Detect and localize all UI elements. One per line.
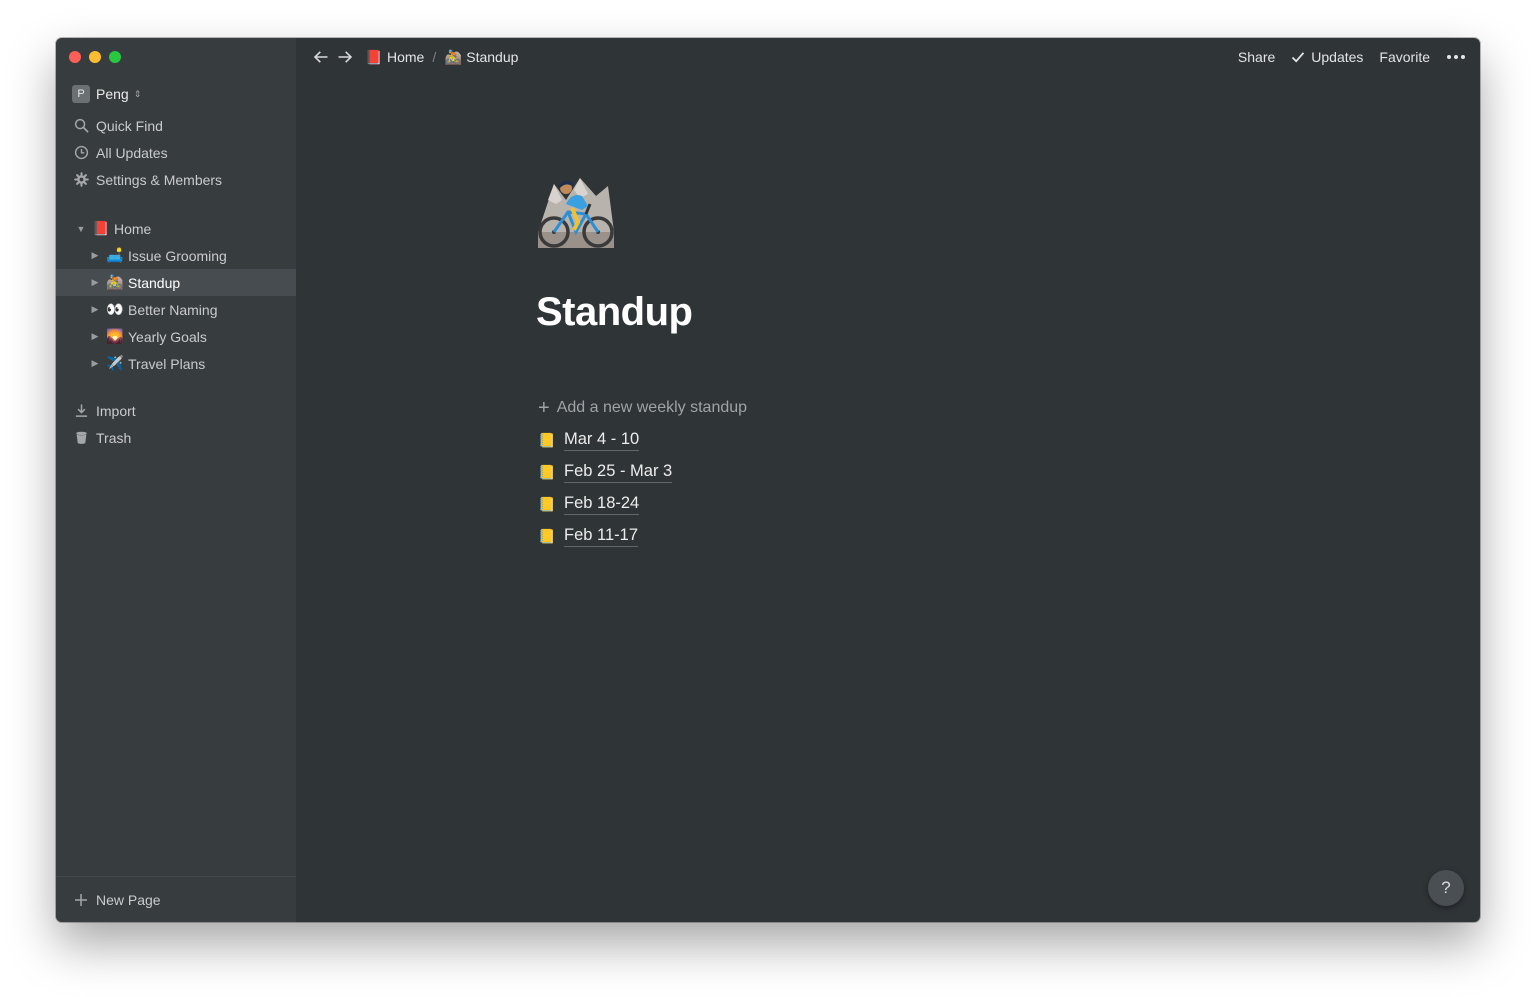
topbar: 📕 Home / 🚵 Standup Share Updates Favorit… [296, 38, 1480, 76]
ledger-icon: 📒 [538, 431, 556, 448]
sidebar-page-label: Home [114, 220, 152, 237]
sidebar-page-label: Yearly Goals [128, 328, 207, 345]
close-window-button[interactable] [69, 51, 81, 63]
clock-icon [73, 145, 89, 161]
sidebar-item-label: Settings & Members [96, 171, 223, 188]
mountain-biker-icon: 🚵 [106, 274, 124, 290]
topbar-actions: Share Updates Favorite [1222, 38, 1466, 76]
add-weekly-standup-label: Add a new weekly standup [556, 399, 748, 416]
sidebar-page-label: Standup [128, 274, 181, 291]
ledger-icon: 📒 [538, 495, 556, 512]
sidebar-page-home[interactable]: ▼ 📕 Home [56, 215, 296, 242]
app-window: P Peng ⇕ Quick Find All Updates Settings… [56, 38, 1480, 922]
standup-page-link[interactable]: 📒 Feb 18-24 [538, 491, 640, 517]
breadcrumb-separator: / [432, 49, 437, 65]
ledger-icon: 📒 [538, 527, 556, 544]
sidebar-item-label: All Updates [96, 144, 168, 161]
caret-right-icon[interactable]: ▶ [90, 358, 100, 369]
standup-page-link[interactable]: 📒 Feb 11-17 [538, 523, 638, 549]
standup-page-link[interactable]: 📒 Feb 25 - Mar 3 [538, 459, 673, 485]
standup-page-label: Feb 11-17 [564, 526, 638, 547]
forward-arrow-icon[interactable] [335, 47, 355, 67]
more-options-icon[interactable] [1446, 54, 1466, 60]
couch-icon: 🛋️ [106, 247, 124, 263]
workspace-switcher[interactable]: P Peng ⇕ [72, 84, 141, 104]
add-weekly-standup-button[interactable]: + Add a new weekly standup [538, 396, 747, 420]
sidebar: P Peng ⇕ Quick Find All Updates Settings… [56, 38, 296, 922]
new-page-label: New Page [96, 891, 161, 908]
caret-right-icon[interactable]: ▶ [90, 250, 100, 261]
book-icon: 📕 [92, 220, 110, 236]
sidebar-page-travel-plans[interactable]: ▶ ✈️ Travel Plans [56, 350, 296, 377]
sidebar-page-label: Travel Plans [128, 355, 206, 372]
sidebar-item-label: Trash [96, 429, 132, 446]
mountain-biker-icon: 🚵 [444, 48, 462, 65]
sidebar-item-settings[interactable]: Settings & Members [56, 166, 296, 193]
standup-page-label: Feb 25 - Mar 3 [564, 462, 673, 483]
zoom-window-button[interactable] [109, 51, 121, 63]
checkmark-icon [1292, 52, 1305, 63]
caret-right-icon[interactable]: ▶ [90, 331, 100, 342]
share-button[interactable]: Share [1238, 49, 1275, 65]
sidebar-item-import[interactable]: Import [56, 397, 296, 424]
sidebar-page-issue-grooming[interactable]: ▶ 🛋️ Issue Grooming [56, 242, 296, 269]
standup-page-label: Feb 18-24 [564, 494, 640, 515]
sidebar-item-trash[interactable]: Trash [56, 424, 296, 451]
sidebar-page-label: Better Naming [128, 301, 218, 318]
help-button[interactable]: ? [1428, 870, 1464, 906]
workspace-avatar: P [72, 85, 90, 103]
updates-button[interactable]: Updates [1291, 49, 1363, 65]
chevron-up-down-icon: ⇕ [133, 88, 142, 99]
eyes-icon: 👀 [106, 301, 124, 317]
breadcrumb-item-standup[interactable]: 🚵 Standup [444, 48, 519, 66]
sidebar-item-all-updates[interactable]: All Updates [56, 139, 296, 166]
sidebar-page-label: Issue Grooming [128, 247, 227, 264]
caret-right-icon[interactable]: ▶ [90, 277, 100, 288]
sidebar-item-label: Quick Find [96, 117, 163, 134]
book-icon: 📕 [365, 48, 383, 65]
standup-page-link[interactable]: 📒 Mar 4 - 10 [538, 427, 640, 453]
updates-label: Updates [1311, 49, 1364, 65]
breadcrumb-item-home[interactable]: 📕 Home [365, 48, 424, 66]
workspace-name: Peng [96, 86, 129, 102]
trash-icon [73, 430, 89, 446]
ledger-icon: 📒 [538, 463, 556, 480]
favorite-button[interactable]: Favorite [1379, 49, 1430, 65]
minimize-window-button[interactable] [89, 51, 101, 63]
sidebar-item-quick-find[interactable]: Quick Find [56, 112, 296, 139]
page-icon-mountain-biker[interactable] [536, 170, 616, 250]
breadcrumb: 📕 Home / 🚵 Standup [365, 48, 518, 66]
plus-icon [73, 892, 89, 908]
sidebar-page-standup[interactable]: ▶ 🚵 Standup [56, 269, 296, 296]
caret-right-icon[interactable]: ▶ [90, 304, 100, 315]
sidebar-page-yearly-goals[interactable]: ▶ 🌄 Yearly Goals [56, 323, 296, 350]
airplane-icon: ✈️ [106, 355, 124, 371]
breadcrumb-label: Standup [466, 49, 519, 65]
back-arrow-icon[interactable] [311, 47, 331, 67]
gear-icon [73, 172, 89, 188]
sunrise-icon: 🌄 [106, 328, 124, 344]
search-icon [73, 118, 89, 134]
plus-icon: + [538, 397, 550, 419]
new-page-button[interactable]: New Page [56, 876, 296, 922]
sidebar-item-label: Import [96, 402, 136, 419]
caret-down-icon[interactable]: ▼ [76, 224, 86, 234]
breadcrumb-label: Home [387, 49, 425, 65]
sidebar-page-better-naming[interactable]: ▶ 👀 Better Naming [56, 296, 296, 323]
download-icon [73, 403, 89, 419]
page-title[interactable]: Standup [536, 290, 693, 335]
standup-page-label: Mar 4 - 10 [564, 430, 640, 451]
